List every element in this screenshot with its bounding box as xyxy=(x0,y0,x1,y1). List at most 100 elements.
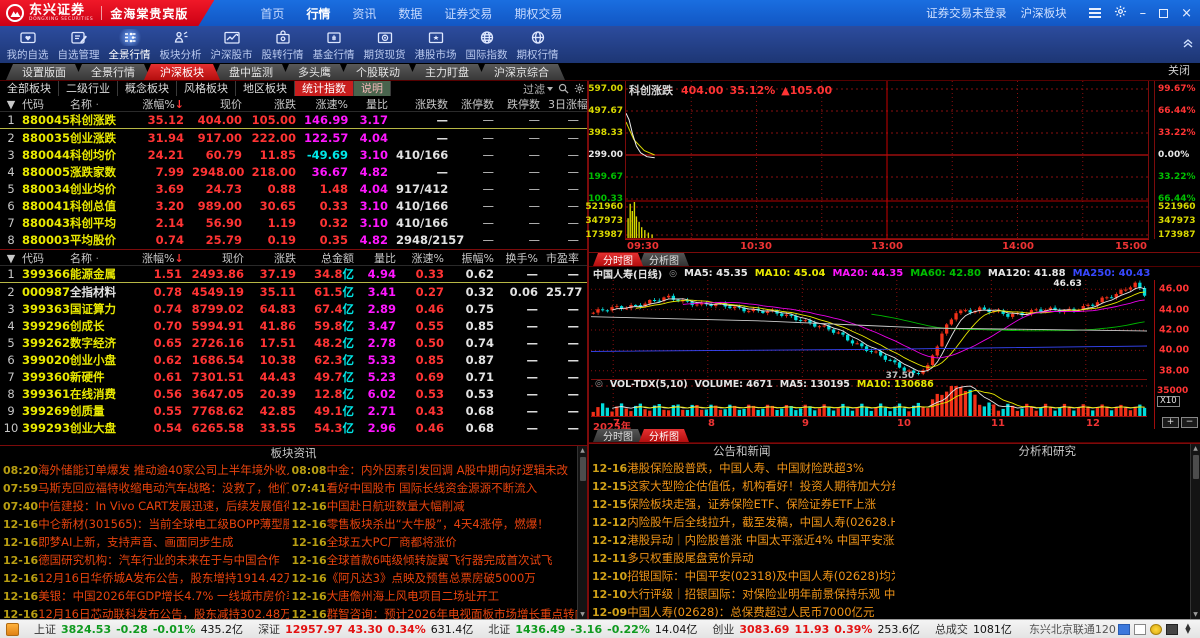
col-header-现价[interactable]: 现价 xyxy=(192,96,250,112)
table-row[interactable]: 5399262数字经济0.652726.1617.5148.2亿2.780.50… xyxy=(0,334,587,351)
scroll-up-icon[interactable]: ▲ xyxy=(1193,444,1198,453)
table-row[interactable]: 9399269创质量0.557768.6242.8549.1亿2.710.430… xyxy=(0,402,587,419)
news-item[interactable]: 12-16大唐儋州海上风电项目二场址开工 xyxy=(289,587,578,605)
zoom-out-button[interactable]: − xyxy=(1181,417,1198,428)
toolbar-item-3[interactable]: 全景行情 xyxy=(104,27,155,62)
scroll-down-icon[interactable]: ▼ xyxy=(1193,610,1198,619)
menu-item-数据[interactable]: 数据 xyxy=(398,5,422,22)
news-item[interactable]: 12-16港股保险股普跌，中国人寿、中国财险跌超3% xyxy=(589,459,895,477)
news-item[interactable]: 12-09中国人寿(02628)：总保费超过人民币7000亿元 xyxy=(589,603,895,619)
index-value[interactable]: 3824.53 xyxy=(61,623,111,636)
minimize-button[interactable]: – xyxy=(1140,7,1147,20)
table-row[interactable]: 6399020创业小盘0.621686.5410.3862.3亿5.330.85… xyxy=(0,351,587,368)
news-item[interactable]: 07:40中信建投：In Vivo CART发展迅速，后续发展值得关注 xyxy=(0,497,289,515)
menu-item-期权交易[interactable]: 期权交易 xyxy=(514,5,562,22)
news-item[interactable]: 12-16零售板块杀出“大牛股”，4天4涨停，燃爆！ xyxy=(289,515,578,533)
server-name[interactable]: 东兴北京联通120 xyxy=(1029,621,1116,637)
news-item[interactable]: 12-16《阿凡达3》点映及预售总票房破5000万 xyxy=(289,569,578,587)
app-grid-icon[interactable] xyxy=(6,623,19,636)
table-row[interactable]: 3399363国证算力0.748799.0264.8367.4亿2.890.46… xyxy=(0,300,587,317)
sector-tab-地区板块[interactable]: 地区板块 xyxy=(236,81,295,96)
toolbar-item-6[interactable]: 股转行情 xyxy=(257,27,308,62)
news-item[interactable]: 08:08中金：内外因素引发回调 A股中期向好逻辑未改 xyxy=(289,461,578,479)
news-item[interactable]: 12-11多只权重股尾盘竞价异动 xyxy=(589,549,895,567)
updown-arrows-icon[interactable]: ▲▼ xyxy=(1182,624,1194,635)
toolbar-item-7[interactable]: 基金行情 xyxy=(308,27,359,62)
col-header-涨速%[interactable]: 涨速% xyxy=(404,250,452,266)
index-value[interactable]: 1436.49 xyxy=(515,623,565,636)
col-header-涨停数[interactable]: 涨停数 xyxy=(456,96,502,112)
col-header-涨幅%[interactable]: 涨幅%↓ xyxy=(142,96,192,112)
col-header-现价[interactable]: 现价 xyxy=(190,250,252,266)
zoom-in-button[interactable]: + xyxy=(1162,417,1179,428)
news-item[interactable]: 12-12港股异动｜内险股普涨 中国太平涨近4% 中国平安涨近… xyxy=(589,531,895,549)
scroll-down-icon[interactable]: ▼ xyxy=(580,610,585,619)
news-item[interactable]: 12-15这家大型险企估值低，机构看好！投资人期待加大分红… xyxy=(589,477,895,495)
list-menu-icon[interactable] xyxy=(1089,8,1101,18)
sector-tab-全部板块[interactable]: 全部板块 xyxy=(0,81,59,96)
news-item[interactable]: 12-12内险股午后全线拉升，截至发稿，中国人寿(02628.HK… xyxy=(589,513,895,531)
news-item[interactable]: 08:20海外储能订单爆发 推动逾40家公司上半年境外收入增长 xyxy=(0,461,289,479)
main-tab-多头鹰[interactable]: 多头鹰 xyxy=(282,64,347,80)
news-item[interactable]: 12-16中仑新材(301565)：当前全球电工级BOPP薄型膜材产能… xyxy=(0,515,289,533)
close-panel-link[interactable]: 关闭 xyxy=(1168,62,1190,78)
restore-button[interactable] xyxy=(1159,9,1168,18)
chart-tab-分析图[interactable]: 分析图 xyxy=(639,429,689,442)
toolbar-item-1[interactable]: 我的自选 xyxy=(2,27,53,62)
table-row[interactable]: 8880003平均股价0.7425.790.190.354.822948/215… xyxy=(0,231,587,248)
scrollbar[interactable]: ▲ ▼ xyxy=(577,446,587,619)
main-tab-设置版面[interactable]: 设置版面 xyxy=(6,64,82,80)
search-icon[interactable] xyxy=(558,79,569,98)
news-item[interactable]: 12-1612月16日华侨城A发布公告，股东增持1914.42万股 xyxy=(0,569,289,587)
col-header-换手%[interactable]: 换手% xyxy=(502,250,546,266)
col-header-名称[interactable]: 名称 · xyxy=(70,250,142,266)
table-row[interactable]: 6880041科创总值3.20989.0030.650.333.10410/16… xyxy=(0,197,587,214)
menu-item-首页[interactable]: 首页 xyxy=(260,5,284,22)
news-item[interactable]: 12-16德国研究机构：汽车行业的未来在于与中国合作 xyxy=(0,551,289,569)
main-tab-全景行情[interactable]: 全景行情 xyxy=(75,64,151,80)
news-item[interactable]: 12-16全球五大PC厂商都将涨价 xyxy=(289,533,578,551)
col-header-涨跌数[interactable]: 涨跌数 xyxy=(396,96,456,112)
col-header-振幅%[interactable]: 振幅% xyxy=(452,250,502,266)
col-header-代码[interactable]: 代码 xyxy=(22,96,70,112)
news-item[interactable]: 07:41看好中国股市 国际长线资金源源不断流入 xyxy=(289,479,578,497)
news-item[interactable]: 12-10大行评级｜招银国际：对保险业明年前景保持乐观 中… xyxy=(589,585,895,603)
news-item[interactable]: 12-16中国赴日航班数量大幅削减 xyxy=(289,497,578,515)
col-header-涨跌[interactable]: 涨跌 xyxy=(252,250,304,266)
table-row[interactable]: 5880034创业均价3.6924.730.881.484.04917/412—… xyxy=(0,180,587,197)
minute-chart[interactable]: 科创涨跌404.0035.12%▲105.00 597.00497.67398.… xyxy=(589,81,1200,253)
main-tab-沪深京综合[interactable]: 沪深京综合 xyxy=(478,64,565,80)
scroll-thumb[interactable] xyxy=(580,457,586,481)
table-row[interactable]: 10399293创业大盘0.546265.5833.5554.3亿2.960.4… xyxy=(0,419,587,436)
col-header-涨速%[interactable]: 涨速% xyxy=(304,96,356,112)
collapse-up-icon[interactable] xyxy=(1182,34,1194,53)
coin-icon[interactable] xyxy=(1150,624,1162,635)
minute-plot[interactable] xyxy=(625,81,1149,239)
table-row[interactable]: 4880005涨跌家数7.992948.00218.0036.674.82———… xyxy=(0,163,587,180)
trade-login-link[interactable]: 证券交易未登录 xyxy=(926,5,1007,21)
news-item[interactable]: 12-16即梦AI上新，支持声音、画面同步生成 xyxy=(0,533,289,551)
kline-plot[interactable]: 46.6337.50 xyxy=(591,280,1147,379)
table-row[interactable]: 4399296创成长0.705994.9141.8659.8亿3.470.550… xyxy=(0,317,587,334)
table-row[interactable]: 7399360新硬件0.617301.5144.4349.7亿5.230.690… xyxy=(0,368,587,385)
col-header-涨幅%[interactable]: 涨幅%↓ xyxy=(142,250,190,266)
sort-corner-icon[interactable]: ▼ xyxy=(0,98,22,111)
volume-subchart[interactable]: ◎VOL-TDX(5,10)VOLUME: 4671MA5: 130195MA1… xyxy=(591,379,1147,416)
sector-tab-风格板块[interactable]: 风格板块 xyxy=(177,81,236,96)
collapse-circle-icon[interactable]: ◎ xyxy=(669,269,677,279)
menu-item-证券交易[interactable]: 证券交易 xyxy=(444,5,492,22)
table-row[interactable]: 2000987全指材料0.784549.1935.1161.5亿3.410.27… xyxy=(0,283,587,300)
scrollbar[interactable]: ▲ ▼ xyxy=(1190,444,1200,619)
col-header-3日涨幅%[interactable]: 3日涨幅% xyxy=(548,96,587,112)
col-header-代码[interactable]: 代码 xyxy=(22,250,70,266)
panel-icon[interactable] xyxy=(1134,624,1146,635)
col-header-涨跌[interactable]: 涨跌 xyxy=(250,96,304,112)
sector-tab-说明[interactable]: 说明 xyxy=(354,81,391,96)
main-tab-主力盯盘[interactable]: 主力盯盘 xyxy=(409,64,485,80)
col-header-名称[interactable]: 名称 · xyxy=(70,96,142,112)
table-row[interactable]: 1399366能源金属1.512493.8637.1934.8亿4.940.33… xyxy=(0,266,587,283)
news-item[interactable]: 12-16美银：中国2026年GDP增长4.7% 一线城市房价率先回暖 xyxy=(0,587,289,605)
col-header-跌停数[interactable]: 跌停数 xyxy=(502,96,548,112)
board-link[interactable]: 沪深板块 xyxy=(1021,5,1067,21)
filter-dropdown[interactable]: 过滤 xyxy=(523,81,553,97)
